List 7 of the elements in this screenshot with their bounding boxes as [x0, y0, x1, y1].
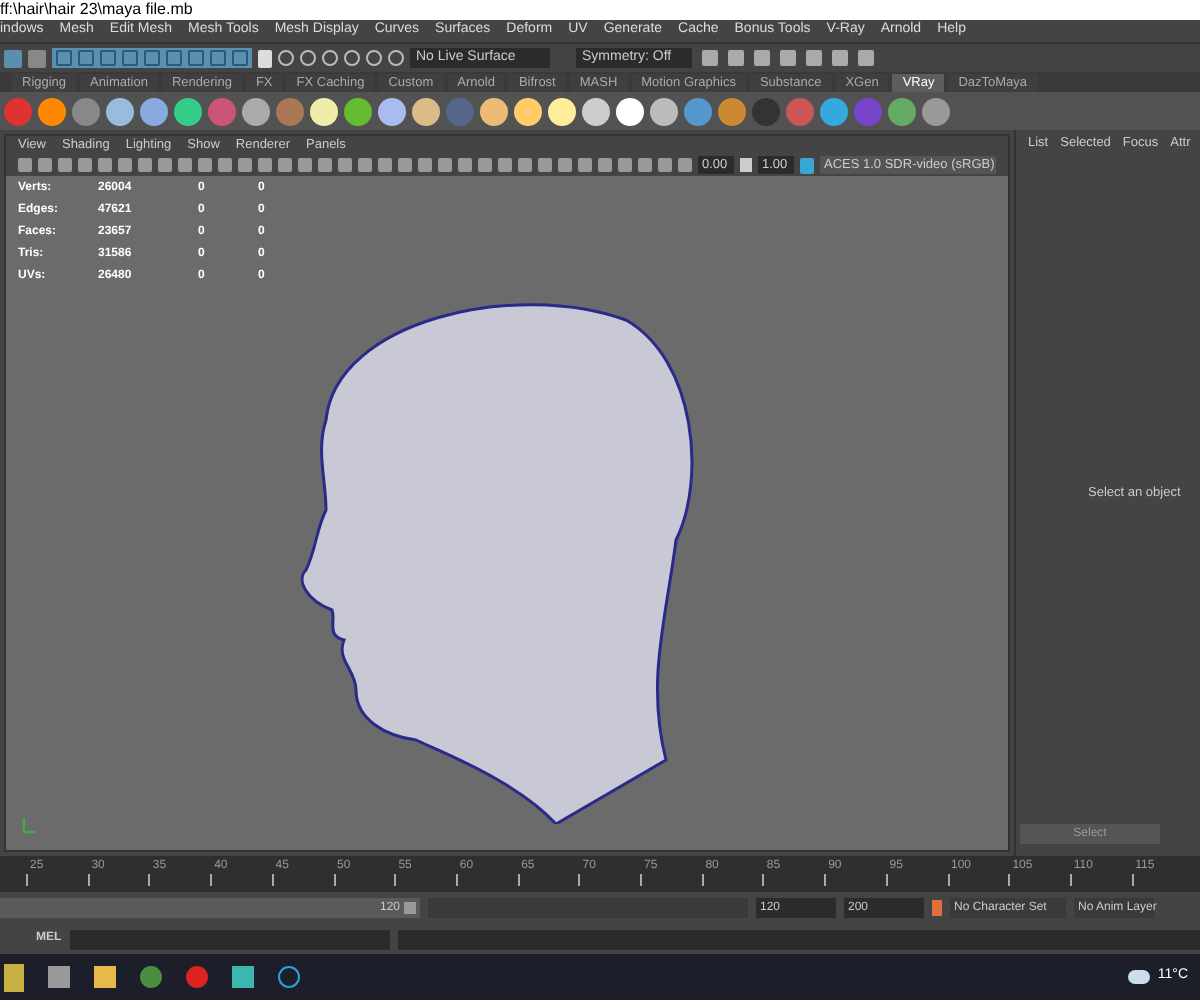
- select-tool-icon[interactable]: [4, 49, 22, 67]
- cloud-icon[interactable]: [1127, 970, 1150, 984]
- lock-icon[interactable]: [258, 49, 272, 67]
- range-handle-icon[interactable]: [404, 902, 416, 914]
- axis-icon: [18, 814, 38, 834]
- command-input-field[interactable]: [69, 929, 390, 949]
- window-title: ff:\hair\hair 23\maya file.mb: [0, 0, 193, 20]
